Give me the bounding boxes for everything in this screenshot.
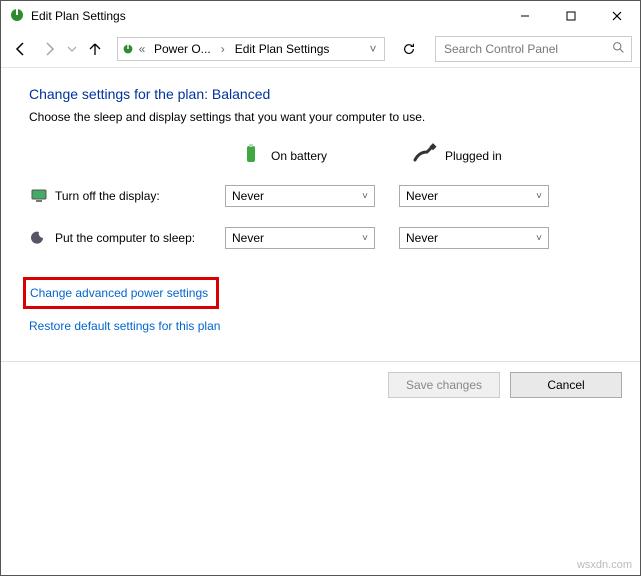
sleep-timeout-row: Put the computer to sleep: Never ˅ Never… (29, 227, 612, 249)
navbar: « Power O... › Edit Plan Settings ˅ (1, 31, 640, 68)
chevron-left-icon: « (136, 42, 148, 56)
breadcrumb-item-edit-plan[interactable]: Edit Plan Settings (229, 42, 336, 56)
window: Edit Plan Settings (0, 0, 641, 576)
restore-defaults-link[interactable]: Restore default settings for this plan (29, 319, 612, 333)
sleep-icon (29, 230, 49, 246)
sleep-timeout-label: Put the computer to sleep: (55, 231, 225, 245)
sleep-battery-select[interactable]: Never ˅ (225, 227, 375, 249)
chevron-down-icon: ˅ (536, 233, 542, 244)
display-timeout-label: Turn off the display: (55, 189, 225, 203)
up-button[interactable] (83, 37, 107, 61)
display-icon (29, 188, 49, 204)
advanced-settings-link[interactable]: Change advanced power settings (30, 286, 208, 300)
sleep-plugged-value: Never (406, 231, 438, 245)
battery-icon (239, 142, 263, 169)
minimize-button[interactable] (502, 1, 548, 31)
cancel-button[interactable]: Cancel (510, 372, 622, 398)
watermark: wsxdn.com (577, 559, 632, 571)
on-battery-label: On battery (271, 149, 327, 163)
column-headers: On battery Plugged in (239, 142, 612, 169)
window-controls (502, 1, 640, 31)
search-box[interactable] (435, 36, 632, 62)
chevron-down-icon: ˅ (362, 191, 368, 202)
sleep-battery-value: Never (232, 231, 264, 245)
footer: Save changes Cancel (1, 361, 640, 408)
chevron-down-icon: ˅ (536, 191, 542, 202)
address-dropdown[interactable]: ˅ (364, 42, 382, 56)
breadcrumb[interactable]: « Power O... › Edit Plan Settings ˅ (117, 37, 385, 61)
content-area: Change settings for the plan: Balanced C… (1, 68, 640, 333)
refresh-button[interactable] (397, 37, 421, 61)
close-button[interactable] (594, 1, 640, 31)
plugged-in-column: Plugged in (413, 142, 563, 169)
on-battery-column: On battery (239, 142, 389, 169)
back-button[interactable] (9, 37, 33, 61)
page-title: Change settings for the plan: Balanced (29, 86, 612, 102)
breadcrumb-icon (120, 42, 136, 56)
plugged-in-label: Plugged in (445, 149, 502, 163)
display-plugged-value: Never (406, 189, 438, 203)
display-timeout-row: Turn off the display: Never ˅ Never ˅ (29, 185, 612, 207)
chevron-down-icon: ˅ (362, 233, 368, 244)
window-title: Edit Plan Settings (31, 9, 126, 23)
forward-button[interactable] (37, 37, 61, 61)
links-section: Change advanced power settings Restore d… (29, 277, 612, 333)
sleep-plugged-select[interactable]: Never ˅ (399, 227, 549, 249)
save-button[interactable]: Save changes (388, 372, 500, 398)
plug-icon (413, 142, 437, 169)
titlebar: Edit Plan Settings (1, 1, 640, 31)
maximize-button[interactable] (548, 1, 594, 31)
chevron-right-icon: › (217, 42, 229, 56)
display-battery-select[interactable]: Never ˅ (225, 185, 375, 207)
display-battery-value: Never (232, 189, 264, 203)
highlight-box: Change advanced power settings (23, 277, 219, 309)
recent-locations-dropdown[interactable] (65, 37, 79, 61)
page-description: Choose the sleep and display settings th… (29, 110, 612, 124)
search-icon (612, 41, 625, 57)
display-plugged-select[interactable]: Never ˅ (399, 185, 549, 207)
search-input[interactable] (442, 41, 612, 57)
app-icon (9, 7, 25, 26)
breadcrumb-item-power-options[interactable]: Power O... (148, 42, 217, 56)
